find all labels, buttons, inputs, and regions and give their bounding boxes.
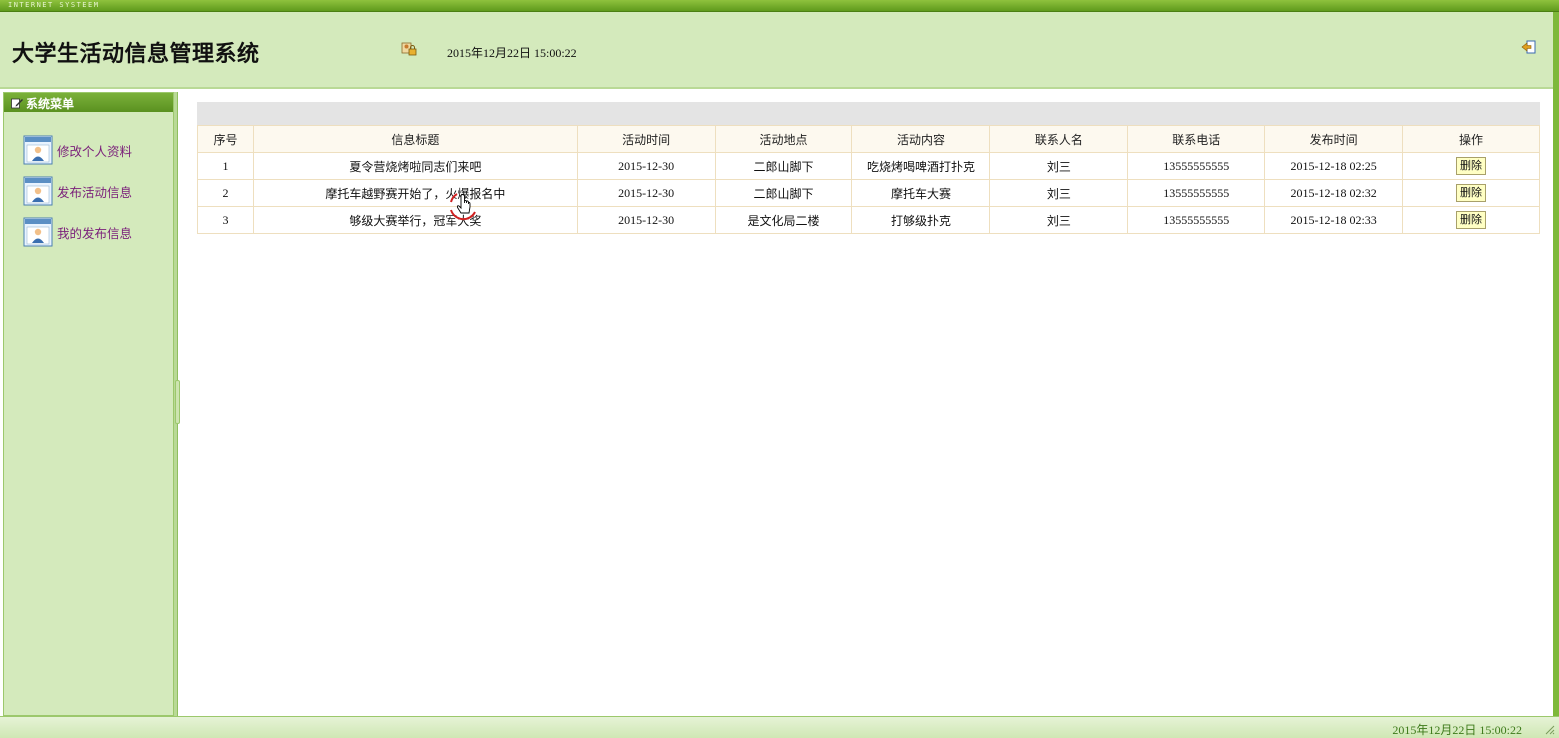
sidebar-item-my-posts[interactable]: 我的发布信息 xyxy=(23,217,173,247)
sidebar-header: 系统菜单 xyxy=(4,93,173,112)
logout-arrow-icon[interactable] xyxy=(1521,40,1537,54)
row-phone: 13555555555 xyxy=(1127,152,1266,180)
header-datetime: 2015年12月22日 15:00:22 xyxy=(447,46,577,60)
row-action-cell: 删除 xyxy=(1402,152,1540,180)
column-header: 活动地点 xyxy=(714,125,853,153)
row-number: 1 xyxy=(197,152,254,180)
top-strip-text: INTERNET SYSTEEM xyxy=(8,1,100,9)
row-title: 摩托车越野赛开始了，火爆报名中 xyxy=(252,179,578,207)
column-header: 序号 xyxy=(197,125,254,153)
row-contact: 刘三 xyxy=(989,206,1129,234)
delete-button[interactable]: 删除 xyxy=(1456,184,1487,202)
row-place: 是文化局二楼 xyxy=(714,206,853,234)
resize-grip-icon[interactable] xyxy=(1543,723,1555,735)
sidebar-item-edit-profile[interactable]: 修改个人资料 xyxy=(23,135,173,165)
sidebar-title: 系统菜单 xyxy=(26,97,75,111)
table-row: 2 摩托车越野赛开始了，火爆报名中 2015-12-30 二郎山脚下 摩托车大赛… xyxy=(197,179,1540,207)
column-header: 活动时间 xyxy=(576,125,716,153)
activity-table: 序号 信息标题 活动时间 活动地点 活动内容 联系人名 联系电话 发布时间 操作… xyxy=(197,125,1540,234)
column-header: 联系电话 xyxy=(1127,125,1266,153)
row-published: 2015-12-18 02:33 xyxy=(1264,206,1404,234)
column-header: 发布时间 xyxy=(1264,125,1404,153)
table-row: 1 夏令营烧烤啦同志们来吧 2015-12-30 二郎山脚下 吃烧烤喝啤酒打扑克… xyxy=(197,152,1540,180)
user-profile-icon xyxy=(23,217,53,247)
row-phone: 13555555555 xyxy=(1127,179,1266,207)
sidebar-item-label: 发布活动信息 xyxy=(57,184,133,200)
footer: 2015年12月22日 15:00:22 xyxy=(0,716,1559,738)
user-lock-icon[interactable] xyxy=(401,41,417,57)
row-published: 2015-12-18 02:25 xyxy=(1264,152,1404,180)
row-place: 二郎山脚下 xyxy=(714,152,853,180)
row-title: 够级大赛举行，冠军大奖 xyxy=(252,206,578,234)
row-number: 3 xyxy=(197,206,254,234)
right-edge-bar xyxy=(1553,12,1559,738)
row-published: 2015-12-18 02:32 xyxy=(1264,179,1404,207)
footer-datetime: 2015年12月22日 15:00:22 xyxy=(1392,723,1522,737)
sidebar-item-label: 我的发布信息 xyxy=(57,225,133,241)
delete-button[interactable]: 删除 xyxy=(1456,211,1487,229)
row-title: 夏令营烧烤啦同志们来吧 xyxy=(252,152,578,180)
user-profile-icon xyxy=(23,135,53,165)
row-phone: 13555555555 xyxy=(1127,206,1266,234)
row-activity-date: 2015-12-30 xyxy=(576,179,716,207)
delete-button[interactable]: 删除 xyxy=(1456,157,1487,175)
row-activity-date: 2015-12-30 xyxy=(576,152,716,180)
edit-menu-icon xyxy=(11,98,23,109)
table-row: 3 够级大赛举行，冠军大奖 2015-12-30 是文化局二楼 打够级扑克 刘三… xyxy=(197,206,1540,234)
row-content: 吃烧烤喝啤酒打扑克 xyxy=(851,152,991,180)
column-header: 活动内容 xyxy=(851,125,991,153)
row-contact: 刘三 xyxy=(989,152,1129,180)
column-header: 联系人名 xyxy=(989,125,1129,153)
splitter-handle[interactable] xyxy=(175,380,180,424)
top-strip: INTERNET SYSTEEM xyxy=(0,0,1559,12)
row-number: 2 xyxy=(197,179,254,207)
row-content: 摩托车大赛 xyxy=(851,179,991,207)
row-action-cell: 删除 xyxy=(1402,206,1540,234)
row-contact: 刘三 xyxy=(989,179,1129,207)
sidebar: 系统菜单 修改个人资料 发布活动信息 我的发布信息 xyxy=(3,92,174,716)
table-header-row: 序号 信息标题 活动时间 活动地点 活动内容 联系人名 联系电话 发布时间 操作 xyxy=(197,125,1540,153)
app-title: 大学生活动信息管理系统 xyxy=(12,42,260,67)
header: 大学生活动信息管理系统 2015年12月22日 15:00:22 xyxy=(0,12,1559,89)
column-header: 信息标题 xyxy=(252,125,578,153)
row-action-cell: 删除 xyxy=(1402,179,1540,207)
column-header: 操作 xyxy=(1402,125,1540,153)
sidebar-item-publish-activity[interactable]: 发布活动信息 xyxy=(23,176,173,206)
row-activity-date: 2015-12-30 xyxy=(576,206,716,234)
row-content: 打够级扑克 xyxy=(851,206,991,234)
row-place: 二郎山脚下 xyxy=(714,179,853,207)
table-toolbar-strip xyxy=(197,102,1540,125)
user-profile-icon xyxy=(23,176,53,206)
sidebar-item-label: 修改个人资料 xyxy=(57,143,133,159)
